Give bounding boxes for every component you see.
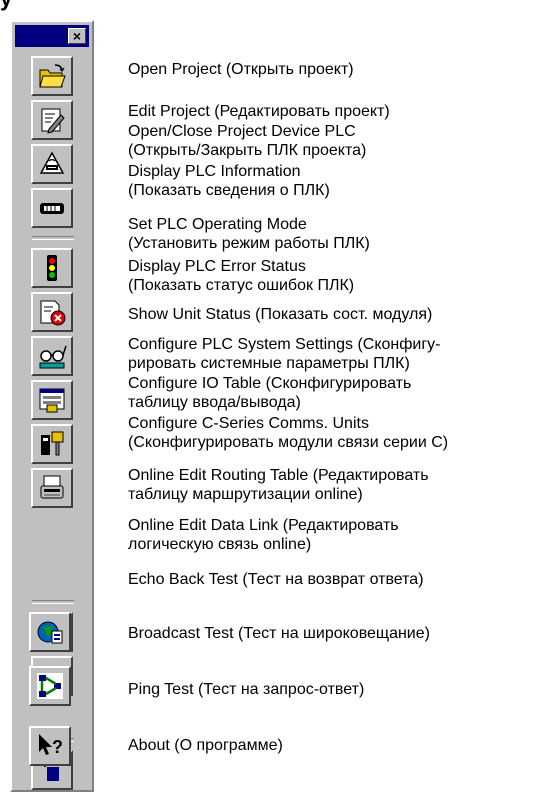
plc-information-label: Display PLC Information xyxy=(128,163,301,180)
error-status-label: Display PLC Error Status xyxy=(128,258,306,275)
unit-status-label: Show Unit Status (Показать сост. модуля) xyxy=(128,306,433,323)
help-pointer-icon: ? xyxy=(39,734,63,757)
set-operating-mode-label: Set PLC Operating Mode xyxy=(128,216,307,233)
ping-test-label: Ping Test (Тест на запрос-ответ) xyxy=(128,681,365,698)
data-link-label-ru: логическую связь online) xyxy=(128,536,312,553)
open-close-plc-label-ru: (Открыть/Закрыть ПЛК проекта) xyxy=(128,142,367,159)
system-settings-label-ru: рировать системные параметры ПЛК) xyxy=(128,355,410,372)
broadcast-test-label: Broadcast Test (Тест на широковещание) xyxy=(128,625,430,642)
comms-units-label: Configure C-Series Comms. Units xyxy=(128,415,369,432)
system-settings-label: Configure PLC System Settings (Сконфигу- xyxy=(128,336,441,353)
svg-text:?: ? xyxy=(52,737,63,757)
routing-table-label: Online Edit Routing Table (Редактировать xyxy=(128,467,429,484)
broadcast-test-button[interactable] xyxy=(29,612,71,652)
open-close-plc-label: Open/Close Project Device PLC xyxy=(128,123,356,140)
io-table-label-ru: таблицу ввода/вывода) xyxy=(128,394,301,411)
comms-units-label-ru: (Сконфигурировать модули связи серии C) xyxy=(128,434,449,451)
open-project-label: Open Project (Открыть проект) xyxy=(128,61,354,78)
plc-information-label-ru: (Показать сведения о ПЛК) xyxy=(128,182,330,199)
ping-network-icon xyxy=(37,673,63,699)
edit-project-label: Edit Project (Редактировать проект) xyxy=(128,103,390,120)
ping-test-button[interactable] xyxy=(29,666,71,706)
routing-table-label-ru: таблицу маршрутизации online) xyxy=(128,486,363,503)
about-button[interactable]: ? xyxy=(29,726,71,766)
broadcast-globe-icon xyxy=(37,621,63,644)
error-status-label-ru: (Показать статус ошибок ПЛК) xyxy=(128,277,355,294)
set-operating-mode-label-ru: (Установить режим работы ПЛК) xyxy=(128,235,370,252)
io-table-label: Configure IO Table (Сконфигурировать xyxy=(128,375,412,392)
echo-back-test-label: Echo Back Test (Тест на возврат ответа) xyxy=(128,571,424,588)
page-title-fragment: y xyxy=(0,0,160,11)
data-link-label: Online Edit Data Link (Редактировать xyxy=(128,517,399,534)
about-label: About (О программе) xyxy=(128,737,283,754)
